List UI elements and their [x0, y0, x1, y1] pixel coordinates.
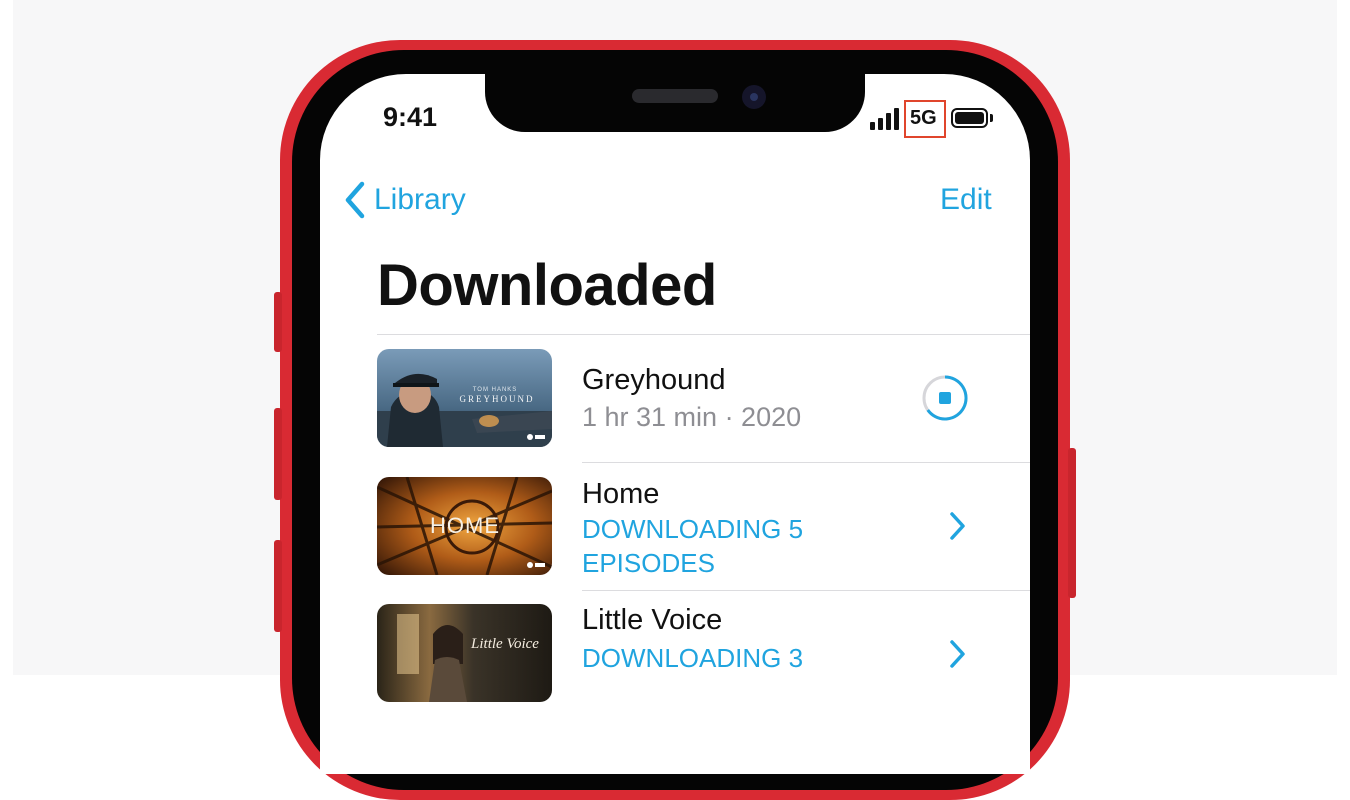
- network-type-label: 5G: [910, 107, 937, 129]
- item-download-status: DOWNLOADING 3: [582, 643, 804, 673]
- thumbnail-title: GREYHOUND: [460, 394, 535, 404]
- battery-icon: [951, 108, 988, 128]
- thumbnail-title: Little Voice: [470, 636, 539, 652]
- little-voice-thumbnail: Little Voice: [377, 604, 552, 702]
- home-thumbnail: HOME: [377, 477, 552, 575]
- chevron-right-icon[interactable]: [947, 638, 967, 670]
- item-subtitle: 1 hr 31 min · 2020: [582, 402, 802, 432]
- cellular-signal-icon: [870, 108, 902, 130]
- status-time: 9:41: [383, 102, 438, 132]
- volume-down-button: [274, 540, 282, 632]
- greyhound-thumbnail: TOM HANKS GREYHOUND: [377, 349, 552, 447]
- stop-download-icon[interactable]: [921, 374, 969, 422]
- battery-tip: [990, 114, 993, 122]
- item-title: Home: [582, 478, 660, 510]
- silent-switch: [274, 292, 282, 352]
- back-chevron-icon[interactable]: [342, 180, 368, 220]
- item-title: Greyhound: [582, 364, 726, 396]
- earpiece-speaker: [632, 89, 718, 103]
- row-divider: [582, 462, 1030, 463]
- page-title: Downloaded: [377, 253, 717, 318]
- thumbnail-title: HOME: [430, 513, 500, 538]
- volume-up-button: [274, 408, 282, 500]
- chevron-right-icon[interactable]: [947, 510, 967, 542]
- item-download-status: DOWNLOADING 5 EPISODES: [582, 514, 804, 578]
- item-title: Little Voice: [582, 604, 723, 636]
- row-divider: [582, 590, 1030, 591]
- edit-button[interactable]: Edit: [940, 183, 992, 217]
- title-divider: [377, 334, 1030, 335]
- back-button[interactable]: Library: [374, 183, 466, 217]
- thumbnail-credit: TOM HANKS: [473, 387, 518, 393]
- front-camera-icon: [742, 85, 766, 109]
- side-button: [1068, 448, 1076, 598]
